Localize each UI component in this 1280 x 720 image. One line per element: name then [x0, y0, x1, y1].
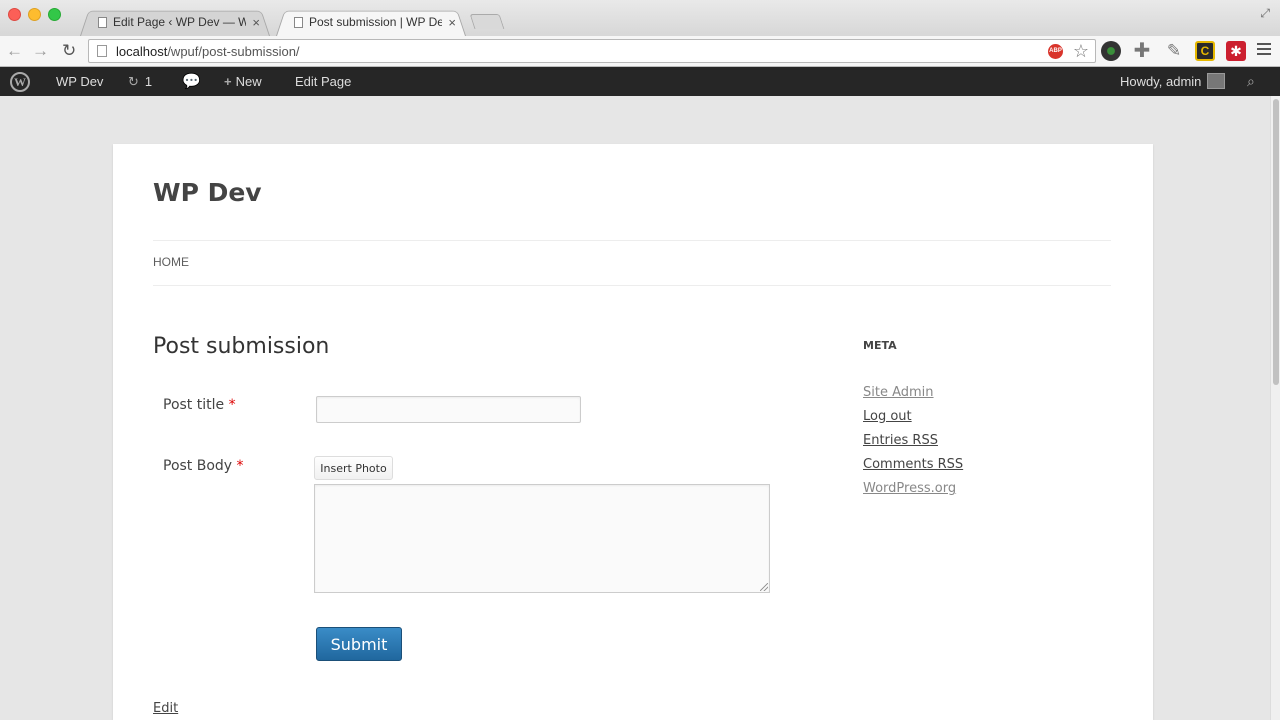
- new-tab-button[interactable]: [469, 14, 505, 29]
- page-icon: [294, 16, 303, 28]
- page-icon: [98, 16, 107, 28]
- browser-titlebar: Edit Page ‹ WP Dev — Word × Post submiss…: [0, 0, 1280, 36]
- wordpress-org-link[interactable]: WordPress.org: [863, 481, 956, 496]
- fullscreen-icon[interactable]: ⤢: [1260, 6, 1270, 21]
- plus-icon: +: [224, 74, 232, 89]
- page-icon: [97, 45, 107, 57]
- post-title-label: Post title *: [163, 397, 236, 413]
- extension-eyedropper-icon[interactable]: ✎: [1164, 41, 1184, 61]
- list-item: Log out: [863, 409, 963, 433]
- minimize-window-button[interactable]: [28, 8, 41, 21]
- site-title[interactable]: WP Dev: [153, 178, 262, 207]
- address-bar[interactable]: localhost/wpuf/post-submission/ ABP ☆: [88, 39, 1096, 63]
- extension-puzzle-icon[interactable]: ✚: [1132, 41, 1152, 61]
- post-body-label: Post Body *: [163, 458, 244, 474]
- adblock-icon[interactable]: ABP: [1048, 44, 1063, 59]
- admin-bar-new[interactable]: + New: [224, 67, 262, 96]
- extension-lastpass-icon[interactable]: C: [1195, 41, 1215, 61]
- tab-post-submission[interactable]: Post submission | WP Dev ×: [276, 8, 466, 36]
- admin-bar-howdy[interactable]: Howdy, admin: [1120, 67, 1201, 96]
- insert-photo-button[interactable]: Insert Photo: [314, 456, 393, 480]
- site-page: WP Dev HOME Post submission Post title *…: [113, 144, 1153, 720]
- post-body-textarea[interactable]: [314, 484, 770, 593]
- meta-widget-title: META: [863, 339, 897, 352]
- edit-link[interactable]: Edit: [153, 701, 178, 716]
- post-body-label-text: Post Body: [163, 458, 233, 474]
- tab-close-icon[interactable]: ×: [448, 15, 456, 30]
- extension-red-icon[interactable]: ✱: [1226, 41, 1246, 61]
- avatar[interactable]: [1207, 73, 1225, 89]
- admin-bar-updates[interactable]: ↻ 1: [128, 67, 152, 96]
- bookmark-star-icon[interactable]: ☆: [1073, 41, 1089, 62]
- submit-button[interactable]: Submit: [316, 627, 402, 661]
- wp-admin-bar: W WP Dev ↻ 1 💬 + New Edit Page Howdy, admi…: [0, 67, 1280, 96]
- comments-rss-link[interactable]: Comments RSS: [863, 457, 963, 472]
- forward-arrow-icon[interactable]: →: [32, 41, 49, 61]
- post-title-label-text: Post title: [163, 397, 225, 413]
- site-admin-link[interactable]: Site Admin: [863, 385, 934, 400]
- reload-icon[interactable]: ↻: [62, 41, 76, 61]
- resize-handle-icon[interactable]: [760, 583, 768, 591]
- chrome-menu-icon[interactable]: [1257, 43, 1271, 58]
- entries-rss-link[interactable]: Entries RSS: [863, 433, 938, 448]
- comments-icon[interactable]: 💬: [182, 67, 201, 96]
- required-mark: *: [228, 397, 236, 413]
- tab-title: Post submission | WP Dev: [309, 15, 443, 29]
- scrollbar-thumb[interactable]: [1273, 99, 1279, 385]
- required-mark: *: [236, 458, 244, 474]
- admin-bar-edit-page[interactable]: Edit Page: [295, 67, 351, 96]
- meta-links-list: Site Admin Log out Entries RSS Comments …: [863, 385, 963, 505]
- nav-item-home[interactable]: HOME: [153, 255, 189, 269]
- browser-toolbar: ← → ↻ localhost/wpuf/post-submission/ AB…: [0, 36, 1280, 67]
- log-out-link[interactable]: Log out: [863, 409, 912, 424]
- post-title-input[interactable]: [316, 396, 581, 423]
- new-label: New: [235, 74, 262, 89]
- url-text[interactable]: localhost/wpuf/post-submission/: [116, 44, 300, 59]
- divider: [153, 240, 1111, 241]
- page-scrollbar[interactable]: [1270, 96, 1280, 720]
- list-item: Site Admin: [863, 385, 963, 409]
- admin-bar-site-name[interactable]: WP Dev: [56, 67, 103, 96]
- search-icon[interactable]: ⌕: [1247, 73, 1255, 90]
- list-item: WordPress.org: [863, 481, 963, 505]
- tab-close-icon[interactable]: ×: [252, 15, 260, 30]
- list-item: Entries RSS: [863, 433, 963, 457]
- page-title: Post submission: [153, 334, 330, 359]
- extension-camera-icon[interactable]: [1101, 41, 1121, 61]
- updates-icon: ↻: [128, 74, 139, 89]
- divider: [153, 285, 1111, 286]
- back-arrow-icon[interactable]: ←: [6, 41, 23, 61]
- updates-count: 1: [144, 74, 153, 89]
- zoom-window-button[interactable]: [48, 8, 61, 21]
- list-item: Comments RSS: [863, 457, 963, 481]
- close-window-button[interactable]: [8, 8, 21, 21]
- wordpress-logo-icon[interactable]: W: [10, 72, 30, 92]
- tab-edit-page[interactable]: Edit Page ‹ WP Dev — Word ×: [80, 8, 270, 36]
- tab-title: Edit Page ‹ WP Dev — Word: [113, 15, 247, 29]
